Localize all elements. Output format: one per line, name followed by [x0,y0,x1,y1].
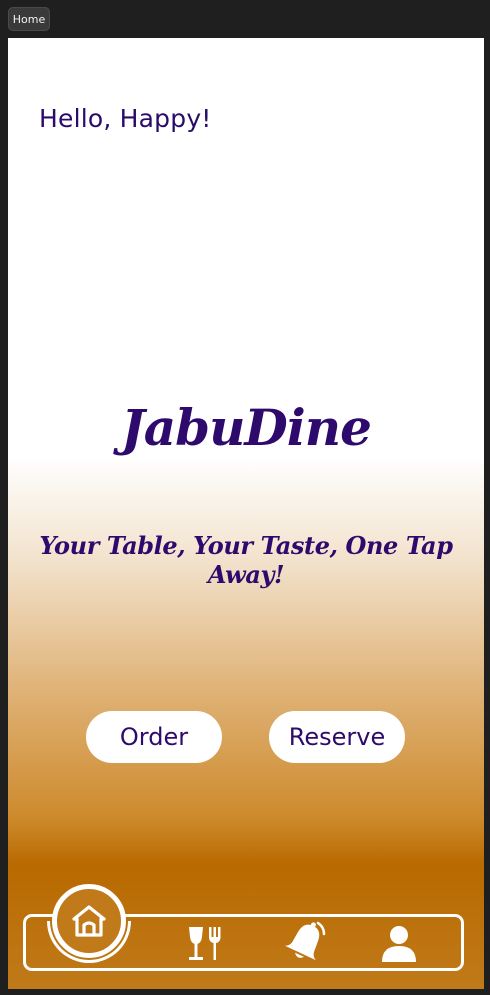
nav-item-notifications[interactable] [283,920,327,966]
reserve-button[interactable]: Reserve [269,711,405,763]
bell-icon [284,921,326,961]
window-tab-home[interactable]: Home [8,7,50,31]
nav-item-dining[interactable] [185,924,225,964]
home-icon [72,905,106,937]
nav-item-home[interactable] [52,884,126,958]
brand-title: JabuDine [121,398,372,457]
dining-icon [189,927,221,960]
tagline-text: Your Table, Your Taste, One Tap Away! [39,531,453,589]
order-button[interactable]: Order [86,711,222,763]
greeting-text: Hello, Happy! [39,104,212,133]
user-icon [382,926,416,962]
app-screen: Hello, Happy! JabuDine Your Table, Your … [8,38,484,989]
nav-item-profile[interactable] [379,924,419,964]
